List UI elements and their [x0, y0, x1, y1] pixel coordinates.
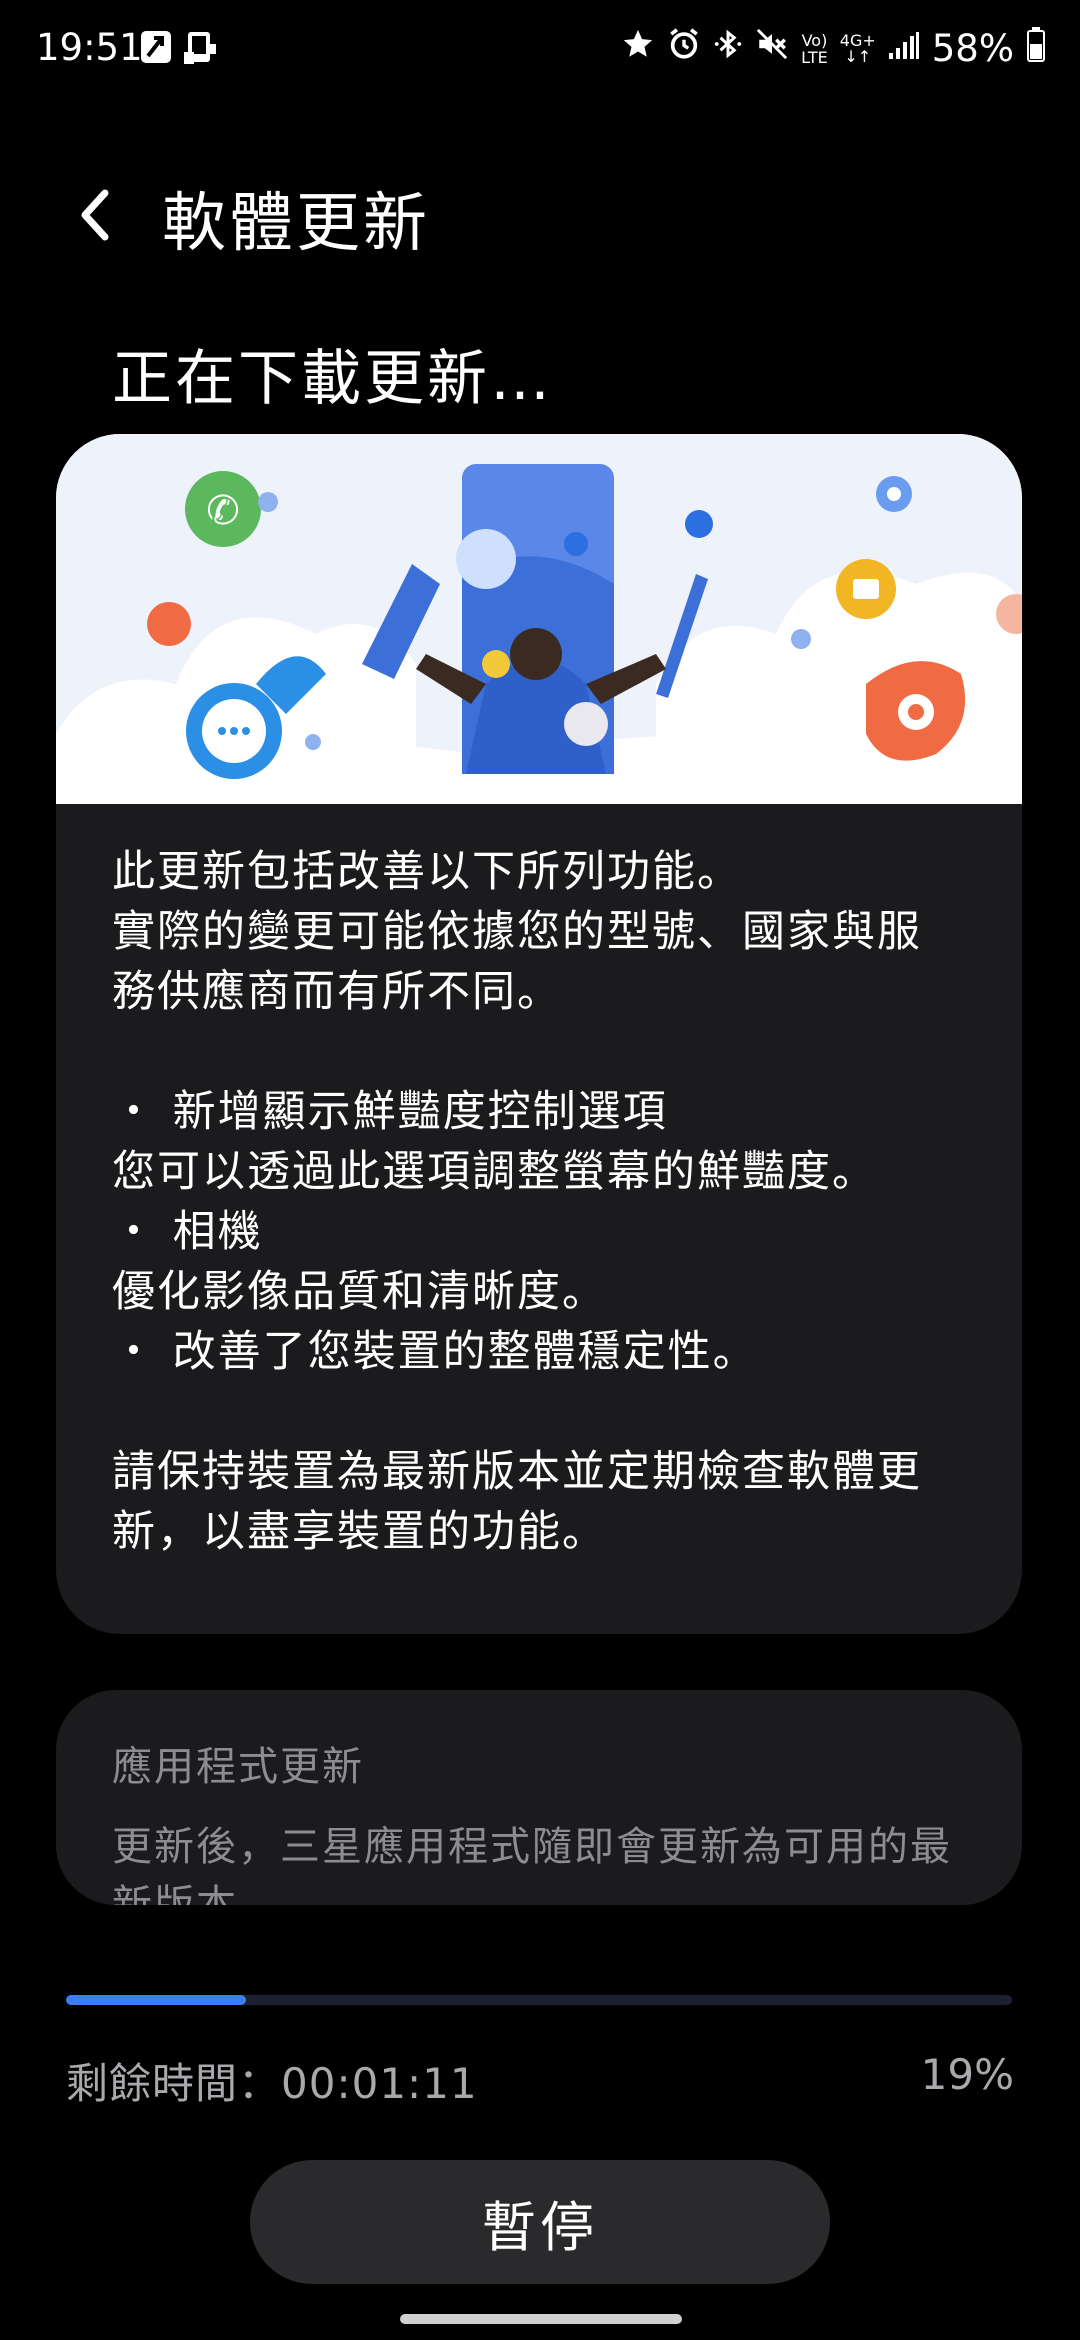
chevron-left-icon	[81, 189, 109, 241]
app-update-description: 更新後，三星應用程式隨即會更新為可用的最新版本。	[112, 1824, 952, 1905]
release-notes-text: 此更新包括改善以下所列功能。 實際的變更可能依據您的型號、國家與服 務供應商而有…	[112, 842, 992, 1562]
app-update-title: 應用程式更新	[112, 1744, 364, 1790]
data-arrows-icon: 4G+ ↓↑	[839, 31, 876, 66]
notes-item: ・ 相機	[112, 1207, 263, 1257]
update-banner-illustration: ✆	[56, 434, 1022, 804]
notes-intro-line: 此更新包括改善以下所列功能。	[112, 847, 742, 897]
status-left-icons	[140, 30, 218, 70]
status-time: 19:51	[36, 26, 143, 69]
progress-percent: 19%	[920, 2050, 1014, 2099]
signal-icon	[888, 27, 920, 70]
home-indicator[interactable]	[400, 2314, 682, 2324]
download-progress-fill	[66, 1995, 246, 2005]
battery-icon	[1026, 26, 1046, 71]
notes-item: ・ 新增顯示鮮豔度控制選項	[112, 1087, 668, 1137]
pause-button[interactable]: 暫停	[250, 2160, 830, 2284]
app-bar: 軟體更新	[0, 160, 1080, 270]
notes-item: 您可以透過此選項調整螢幕的鮮豔度。	[112, 1147, 877, 1197]
status-bar: 19:51 Vo) LTE 4G+ ↓↑ 58%	[0, 0, 1080, 100]
notes-intro-line: 實際的變更可能依據您的型號、國家與服	[112, 907, 922, 957]
notes-outro-line: 新，以盡享裝置的功能。	[112, 1507, 607, 1557]
release-notes-card: ✆ 此更新包括改善以下所列功能。 實際的變更可能依據您的型號、國家與服 務供應商…	[56, 434, 1022, 1634]
notes-item: ・ 改善了您裝置的整體穩定性。	[112, 1327, 758, 1377]
screenshot-icon	[182, 30, 218, 70]
download-progress-bar	[66, 1995, 1012, 2005]
star-icon	[621, 27, 655, 70]
page-title: 軟體更新	[162, 187, 430, 261]
bluetooth-icon	[713, 27, 743, 70]
notes-item: 優化影像品質和清晰度。	[112, 1267, 607, 1317]
mute-icon	[755, 27, 789, 70]
battery-percent: 58%	[931, 27, 1014, 70]
alarm-icon	[667, 27, 701, 70]
notes-outro-line: 請保持裝置為最新版本並定期檢查軟體更	[112, 1447, 922, 1497]
time-remaining: 剩餘時間：00:01:11	[66, 2059, 478, 2108]
app-update-card: 應用程式更新 更新後，三星應用程式隨即會更新為可用的最新版本。	[56, 1690, 1022, 1905]
volte-icon: Vo) LTE	[801, 30, 828, 67]
download-status-heading: 正在下載更新…	[112, 344, 553, 414]
status-right: Vo) LTE 4G+ ↓↑ 58%	[621, 26, 1046, 71]
back-button[interactable]	[60, 180, 130, 250]
svg-text:✆: ✆	[206, 488, 240, 534]
upload-icon	[140, 30, 172, 70]
notes-intro-line: 務供應商而有所不同。	[112, 967, 562, 1017]
